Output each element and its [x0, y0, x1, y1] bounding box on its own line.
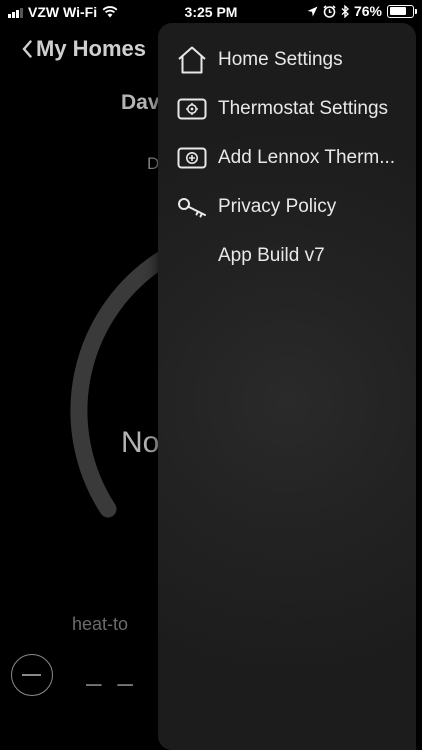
- menu-item-label: Privacy Policy: [218, 196, 337, 217]
- add-thermostat-icon: [176, 142, 208, 174]
- heat-to-value: – –: [86, 667, 137, 698]
- menu-item-app-build: App Build v7: [158, 236, 416, 276]
- menu-item-home-settings[interactable]: Home Settings: [158, 40, 416, 80]
- decrease-button[interactable]: [11, 654, 53, 696]
- menu-item-label: Add Lennox Therm...: [218, 147, 396, 168]
- menu-item-label: Thermostat Settings: [218, 98, 389, 119]
- heat-to-label: heat-to: [72, 614, 129, 634]
- settings-menu: Home Settings Thermostat Settings Add Le…: [158, 23, 416, 750]
- menu-item-privacy-policy[interactable]: Privacy Policy: [158, 187, 416, 227]
- key-icon: [176, 191, 208, 223]
- app-build-label: App Build v7: [218, 245, 325, 266]
- menu-item-label: Home Settings: [218, 49, 343, 70]
- mode-text: No: [121, 426, 160, 459]
- menu-item-add-thermostat[interactable]: Add Lennox Therm...: [158, 138, 416, 178]
- thermostat-gear-icon: [176, 93, 208, 125]
- house-icon: [176, 44, 208, 76]
- menu-item-thermostat-settings[interactable]: Thermostat Settings: [158, 89, 416, 129]
